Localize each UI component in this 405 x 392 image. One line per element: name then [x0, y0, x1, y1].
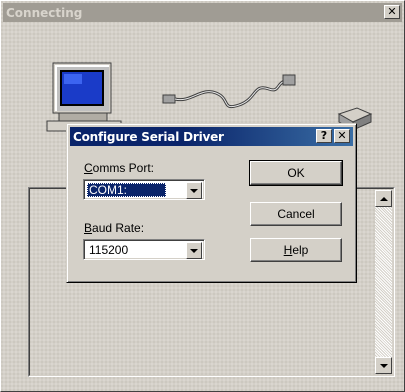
baud-rate-select[interactable]: 115200	[83, 239, 205, 260]
baud-rate-label: Baud Rate:	[84, 221, 144, 235]
baud-rate-label-rest: aud Rate:	[92, 221, 145, 235]
dialog-title: Configure Serial Driver	[73, 129, 224, 144]
arrow-up-icon	[379, 196, 388, 201]
scroll-up-button[interactable]	[375, 190, 392, 207]
comms-port-label: Comms Port:	[84, 161, 154, 175]
outer-close-button[interactable]: ✕	[384, 5, 400, 19]
comms-port-label-rest: omms Port:	[92, 161, 155, 175]
arrow-down-icon	[379, 363, 388, 368]
dialog-close-button[interactable]: ✕	[334, 129, 350, 143]
outer-window-title: Connecting	[6, 5, 83, 20]
help-button[interactable]: Help	[250, 238, 342, 262]
configure-serial-driver-dialog: Configure Serial Driver ? ✕ Comms Port: …	[66, 123, 357, 283]
ok-button[interactable]: OK	[249, 160, 343, 186]
baud-rate-value: 115200	[89, 243, 129, 257]
comms-port-select[interactable]: COM1:	[83, 179, 205, 200]
baud-rate-label-accel: B	[84, 221, 93, 235]
comms-port-dropdown-button[interactable]	[186, 182, 202, 199]
serial-cable-icon	[162, 74, 296, 108]
cancel-button[interactable]: Cancel	[250, 202, 342, 226]
outer-titlebar[interactable]: Connecting ✕	[3, 3, 402, 22]
help-question-button[interactable]: ?	[316, 129, 332, 143]
dialog-titlebar[interactable]: Configure Serial Driver ? ✕	[70, 127, 353, 146]
baud-rate-dropdown-button[interactable]	[186, 242, 202, 259]
chevron-down-icon	[190, 248, 198, 253]
scroll-down-button[interactable]	[375, 357, 392, 374]
chevron-down-icon	[190, 188, 198, 193]
log-vertical-scrollbar[interactable]	[375, 190, 392, 374]
help-button-rest: elp	[292, 243, 309, 257]
comms-port-value: COM1:	[87, 183, 166, 197]
help-button-accel: H	[283, 243, 293, 257]
comms-port-label-accel: C	[84, 161, 93, 175]
